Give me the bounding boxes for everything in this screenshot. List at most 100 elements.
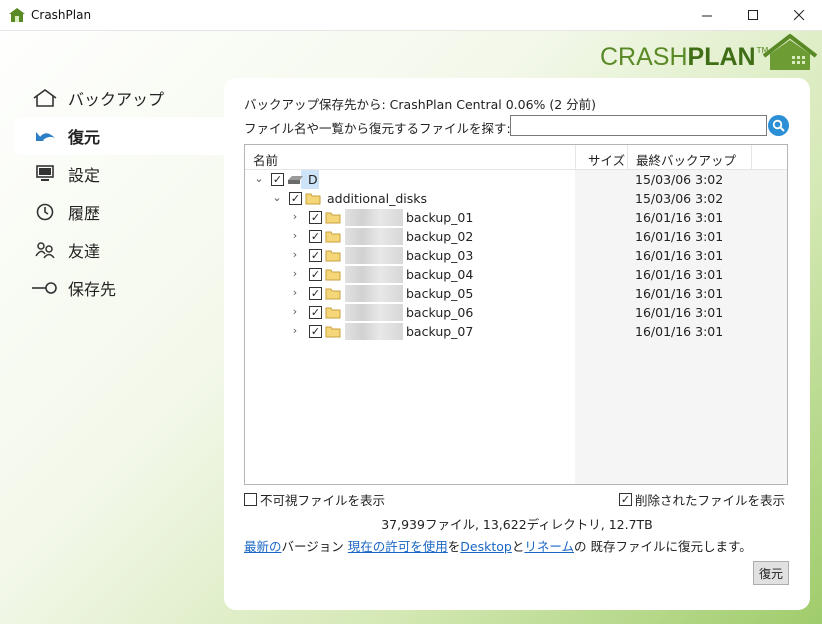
drive-icon [288,176,303,184]
tree-row-name: backup_02 [406,229,474,244]
sidebar-item-label: 友達 [68,242,101,261]
minimize-button[interactable] [684,0,730,31]
show-deleted-files-option[interactable]: ✓ 削除されたファイルを表示 [619,490,785,509]
file-tree[interactable]: 名前 ^ サイズ 最終バックアップ ⌄ ✓ D 15/03/06 3:02 ⌄ … [244,144,788,485]
show-deleted-checkbox[interactable]: ✓ [619,493,632,506]
checkbox-checked[interactable]: ✓ [309,306,322,319]
chevron-right-icon[interactable]: › [289,267,301,280]
house-icon [33,89,57,107]
chevron-right-icon[interactable]: › [289,286,301,299]
maximize-button[interactable] [730,0,776,31]
tree-row-name: D [308,172,318,187]
chevron-right-icon[interactable]: › [289,305,301,318]
tree-row-date: 15/03/06 3:02 [635,172,724,187]
close-icon [793,10,804,21]
restore-options-sentence: 最新のバージョン 現在の許可を使用をDesktopとリネームの 既存ファイルに復… [244,536,752,555]
tree-row[interactable]: › ✓ backup_04 16/01/16 3:01 [245,265,787,284]
restore-button[interactable]: 復元 [753,561,789,585]
column-size[interactable]: サイズ [588,150,625,169]
column-separator [751,145,752,170]
latest-link[interactable]: 最新の [244,539,282,554]
tree-row-name: backup_04 [406,267,474,282]
monitor-icon [36,165,54,181]
sidebar-item-friends[interactable]: 友達 [14,231,226,269]
desktop-link[interactable]: Desktop [460,539,512,554]
tree-row-date: 16/01/16 3:01 [635,248,724,263]
show-deleted-label: 削除されたファイルを表示 [635,493,786,508]
folder-icon [305,193,321,205]
sidebar-item-history[interactable]: 履歴 [14,193,226,231]
checkbox-checked[interactable]: ✓ [309,211,322,224]
show-hidden-checkbox[interactable] [244,493,257,506]
search-input[interactable] [510,115,767,136]
column-name[interactable]: 名前 [253,150,278,169]
tree-header: 名前 ^ サイズ 最終バックアップ [245,145,787,170]
tail-text: の 既存ファイルに復元します。 [574,539,752,554]
redacted-text [345,247,403,264]
wo-text: を [447,539,461,554]
checkbox-checked[interactable]: ✓ [309,287,322,300]
permission-link[interactable]: 現在の許可を使用 [348,539,448,554]
sidebar-item-restore[interactable]: 復元 [14,117,226,155]
sidebar-item-label: 復元 [68,128,101,147]
sidebar-item-label: バックアップ [68,90,165,109]
folder-icon [325,212,341,224]
people-icon [35,242,55,259]
checkbox-checked[interactable]: ✓ [309,268,322,281]
close-button[interactable] [776,0,822,31]
restore-panel: バックアップ保存先から: CrashPlan Central 0.06% (2 … [224,78,810,610]
tree-row-date: 16/01/16 3:01 [635,286,724,301]
tree-row[interactable]: › ✓ backup_07 16/01/16 3:01 [245,322,787,341]
sort-ascending-icon: ^ [404,144,412,152]
crashplan-app-icon [9,8,25,22]
tree-row[interactable]: › ✓ backup_03 16/01/16 3:01 [245,246,787,265]
tree-row-name: additional_disks [327,191,427,206]
checkbox-checked[interactable]: ✓ [289,192,302,205]
tree-row-name: backup_07 [406,324,474,339]
checkbox-checked[interactable]: ✓ [309,249,322,262]
sidebar-item-settings[interactable]: 設定 [14,155,226,193]
search-button[interactable] [768,115,789,136]
redacted-text [345,266,403,283]
chevron-right-icon[interactable]: › [289,324,301,337]
minimize-icon [701,15,712,17]
window-title: CrashPlan [31,8,92,22]
show-hidden-files-option[interactable]: 不可視ファイルを表示 [244,490,385,509]
maximize-icon [747,10,758,20]
chevron-right-icon[interactable]: › [289,229,301,242]
sidebar-item-backup[interactable]: バックアップ [14,79,226,117]
checkbox-checked[interactable]: ✓ [309,325,322,338]
column-separator [575,145,576,170]
selection-stats: 37,939ファイル, 13,622ディレクトリ, 12.7TB [381,517,653,532]
tree-row[interactable]: ⌄ ✓ additional_disks 15/03/06 3:02 [245,189,787,208]
chevron-down-icon[interactable]: ⌄ [271,191,283,204]
chevron-down-icon[interactable]: ⌄ [253,172,265,185]
folder-icon [325,269,341,281]
column-last-backup[interactable]: 最終バックアップ [636,150,736,169]
tree-row-date: 16/01/16 3:01 [635,267,724,282]
tree-row[interactable]: › ✓ backup_01 16/01/16 3:01 [245,208,787,227]
chevron-right-icon[interactable]: › [289,248,301,261]
logo-house-icon [762,34,818,70]
tree-row-date: 15/03/06 3:02 [635,191,724,206]
chevron-right-icon[interactable]: › [289,210,301,223]
checkbox-checked[interactable]: ✓ [309,230,322,243]
checkbox-checked[interactable]: ✓ [271,173,284,186]
tree-row[interactable]: › ✓ backup_06 16/01/16 3:01 [245,303,787,322]
show-hidden-label: 不可視ファイルを表示 [260,493,386,508]
tree-row-name: backup_01 [406,210,474,225]
destination-icon [32,282,57,294]
tree-row[interactable]: › ✓ backup_02 16/01/16 3:01 [245,227,787,246]
redacted-text [345,285,403,302]
sidebar-item-label: 履歴 [68,204,101,223]
tree-row[interactable]: › ✓ backup_05 16/01/16 3:01 [245,284,787,303]
tree-row-date: 16/01/16 3:01 [635,210,724,225]
tree-row-date: 16/01/16 3:01 [635,324,724,339]
to-text: と [511,539,525,554]
sidebar-item-label: 保存先 [68,280,117,299]
sidebar-item-destinations[interactable]: 保存先 [14,269,226,307]
tree-row[interactable]: ⌄ ✓ D 15/03/06 3:02 [245,170,787,189]
version-text: バージョン [281,539,344,554]
folder-icon [325,231,341,243]
rename-link[interactable]: リネーム [524,539,574,554]
